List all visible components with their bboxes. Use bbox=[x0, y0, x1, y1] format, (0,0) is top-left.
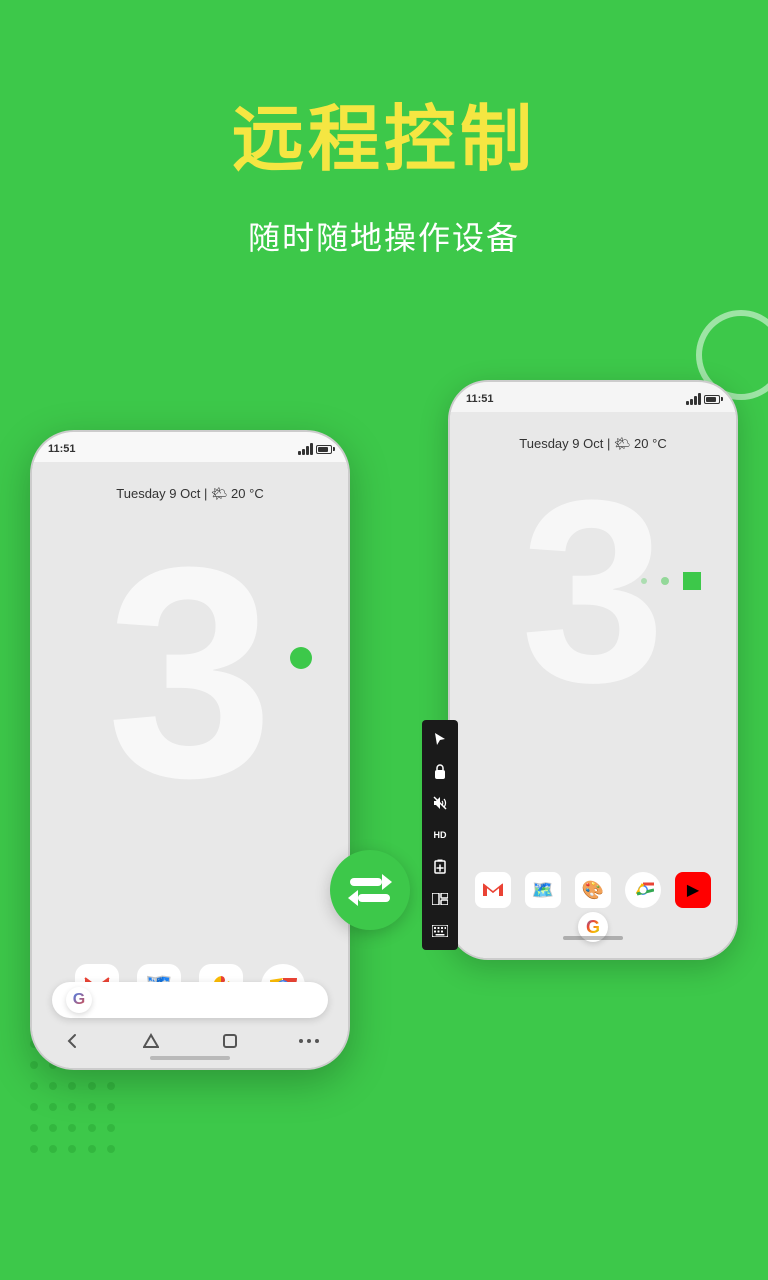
swap-icon-container[interactable] bbox=[330, 850, 410, 930]
nav-more-btn[interactable] bbox=[297, 1029, 321, 1053]
google-search-bar[interactable]: G bbox=[52, 982, 328, 1018]
toolbar-keyboard-btn[interactable] bbox=[425, 916, 455, 946]
phone-back-body: 11:51 Tuesday bbox=[448, 380, 738, 960]
toolbar-layout-btn[interactable] bbox=[425, 884, 455, 914]
toolbar-cursor-btn[interactable] bbox=[425, 724, 455, 754]
sub-title: 随时随地操作设备 bbox=[248, 213, 520, 259]
toolbar-screenshot-btn[interactable] bbox=[425, 852, 455, 882]
phone-front-nav-bar bbox=[32, 1026, 348, 1056]
front-signal-icon bbox=[298, 443, 313, 455]
phone-back-status-bar: 11:51 bbox=[450, 388, 736, 410]
main-title: 远程控制 bbox=[232, 80, 536, 185]
phone-front-watermark: 3 bbox=[107, 522, 274, 822]
phone-back-dock: 🗺️ 🎨 bbox=[450, 872, 736, 908]
toolbar-hd-btn[interactable]: HD bbox=[425, 820, 455, 850]
front-battery-icon bbox=[316, 445, 332, 454]
google-logo: G bbox=[66, 987, 92, 1013]
phone-back-screen: Tuesday 9 Oct | 🌤 20 °C 3 bbox=[450, 412, 736, 958]
phone-back-home-indicator bbox=[563, 936, 623, 940]
gmail-icon-back bbox=[475, 872, 511, 908]
phone-front-status-icons bbox=[298, 443, 332, 455]
nav-back-btn[interactable] bbox=[60, 1029, 84, 1053]
phones-container: 11:51 Tuesday bbox=[0, 320, 768, 1220]
phone-front: 11:51 Tuesday bbox=[30, 430, 350, 1070]
photos-icon-back: 🎨 bbox=[575, 872, 611, 908]
phone-front-pwr-btn bbox=[30, 602, 32, 627]
youtube-icon-back: ▶ bbox=[675, 872, 711, 908]
phone-front-time: 11:51 bbox=[48, 443, 76, 455]
control-toolbar: HD bbox=[422, 720, 458, 950]
phone-front-status-bar: 11:51 bbox=[32, 438, 348, 460]
maps-icon-back: 🗺️ bbox=[525, 872, 561, 908]
phone-back-side-btn bbox=[736, 482, 738, 532]
swap-arrows-icon bbox=[344, 870, 396, 910]
battery-icon bbox=[704, 395, 720, 404]
phone-front-side-btn-right bbox=[348, 532, 350, 582]
phone-back: 11:51 Tuesday bbox=[448, 380, 738, 960]
signal-icon bbox=[686, 393, 701, 405]
phone-back-status-icons bbox=[686, 393, 720, 405]
phone-front-vol-btn bbox=[30, 552, 32, 592]
phone-front-date-weather: Tuesday 9 Oct | 🌤 20 °C bbox=[116, 486, 263, 502]
nav-home-btn[interactable] bbox=[139, 1029, 163, 1053]
phone-back-watermark: 3 bbox=[521, 462, 666, 722]
toolbar-sound-btn[interactable] bbox=[425, 788, 455, 818]
phone-front-screen: Tuesday 9 Oct | 🌤 20 °C 3 🗺️ bbox=[32, 462, 348, 1068]
nav-recent-btn[interactable] bbox=[218, 1029, 242, 1053]
chrome-icon-back bbox=[625, 872, 661, 908]
toolbar-lock-btn[interactable] bbox=[425, 756, 455, 786]
phone-back-time: 11:51 bbox=[466, 393, 494, 405]
phone-front-body: 11:51 Tuesday bbox=[30, 430, 350, 1070]
home-indicator bbox=[150, 1056, 230, 1060]
page-wrapper: 远程控制 随时随地操作设备 11:51 bbox=[0, 0, 768, 1280]
